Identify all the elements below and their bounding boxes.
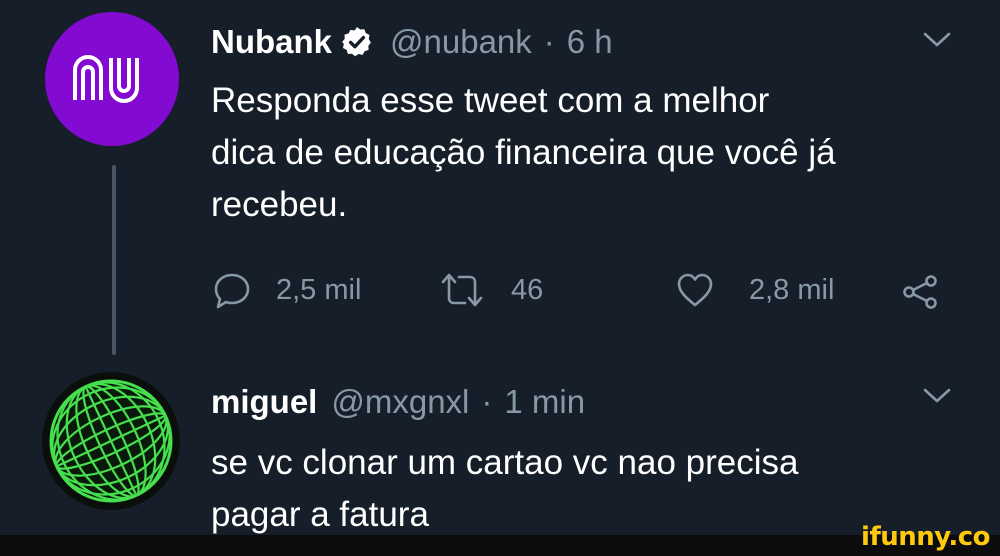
- tweet-actions: 2,5 mil 46 2,8 mil: [0, 268, 1000, 318]
- like-count: 2,8 mil: [749, 273, 835, 306]
- reply-count: 2,5 mil: [276, 273, 362, 306]
- miguel-avatar[interactable]: [42, 372, 180, 510]
- verified-badge-icon: [340, 25, 374, 59]
- heart-icon: [675, 270, 715, 310]
- separator-dot: ·: [543, 23, 555, 60]
- chevron-down-icon[interactable]: [922, 386, 952, 406]
- footer-bar: [0, 535, 1000, 556]
- tweet-text-line: se vc clonar um cartao vc nao precisa: [211, 443, 799, 482]
- ifunny-watermark: ifunny.co: [861, 522, 990, 552]
- display-name[interactable]: miguel: [211, 383, 317, 421]
- share-icon: [900, 272, 940, 312]
- tweet-text: se vc clonar um cartao vc nao precisa pa…: [211, 437, 798, 541]
- tweet-text-line: pagar a fatura: [211, 495, 429, 534]
- tweet-text: Responda esse tweet com a melhor dica de…: [211, 75, 836, 231]
- share-button[interactable]: [900, 272, 940, 312]
- tweet-text-line: dica de educação financeira que você já: [211, 133, 836, 172]
- retweet-icon: [439, 270, 485, 310]
- like-button[interactable]: 2,8 mil: [675, 270, 834, 310]
- retweet-button[interactable]: 46: [439, 270, 543, 310]
- retweet-count: 46: [511, 273, 544, 306]
- green-wireframe-globe-icon: [49, 379, 173, 503]
- user-handle[interactable]: @nubank: [390, 23, 532, 61]
- tweet-header: Nubank @nubank · 6 h: [211, 18, 613, 66]
- tweet-text-line: recebeu.: [211, 185, 348, 224]
- nubank-avatar[interactable]: [45, 12, 179, 146]
- thread-connector: [112, 165, 116, 355]
- reply-icon: [212, 270, 252, 310]
- tweet-header: miguel @mxgnxl · 1 min: [211, 378, 585, 426]
- tweet-text-line: Responda esse tweet com a melhor: [211, 81, 770, 120]
- user-handle[interactable]: @mxgnxl: [331, 383, 469, 421]
- display-name[interactable]: Nubank: [211, 23, 332, 61]
- tweet-timestamp[interactable]: 1 min: [504, 383, 585, 421]
- separator-dot: ·: [481, 383, 493, 420]
- reply-button[interactable]: 2,5 mil: [212, 270, 361, 310]
- tweet-timestamp[interactable]: 6 h: [567, 23, 613, 61]
- chevron-down-icon[interactable]: [922, 30, 952, 50]
- nubank-logo-icon: [73, 55, 139, 103]
